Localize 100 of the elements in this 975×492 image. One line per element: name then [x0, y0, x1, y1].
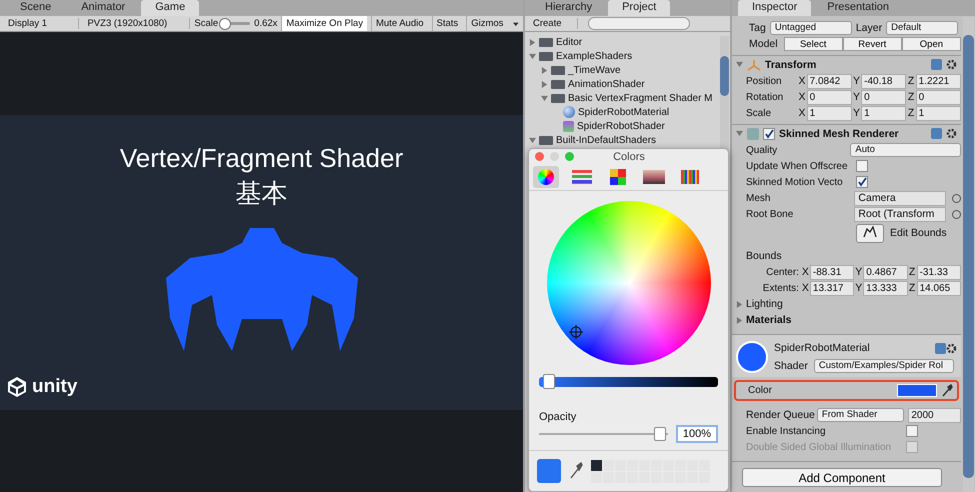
number-field[interactable]: 0	[806, 90, 852, 104]
brightness-slider[interactable]	[539, 377, 718, 387]
dropdown-arrow-icon[interactable]	[513, 20, 519, 28]
tree-item[interactable]: SpiderRobotMaterial	[578, 106, 670, 118]
number-field[interactable]: 1	[916, 106, 961, 120]
expand-arrow-icon[interactable]	[541, 66, 548, 74]
checkbox[interactable]	[856, 176, 868, 188]
tree-item[interactable]: ExampleShaders	[556, 50, 632, 62]
foldout-label[interactable]: Lighting	[746, 298, 783, 310]
layer-dropdown[interactable]: Default	[886, 21, 958, 35]
checkbox[interactable]	[906, 425, 918, 437]
edit-bounds-button[interactable]	[856, 224, 884, 242]
resolution-dropdown[interactable]: PVZ3 (1920x1080)	[83, 18, 190, 29]
sphere-icon	[563, 106, 575, 118]
model-button[interactable]: Revert	[842, 37, 902, 51]
close-button[interactable]	[535, 152, 544, 161]
opacity-field[interactable]: 100%	[676, 425, 718, 443]
editor-tab[interactable]: Animator	[67, 0, 140, 16]
expand-arrow-icon[interactable]	[541, 94, 548, 102]
game-subtitle: 基本	[236, 176, 288, 210]
number-field[interactable]: 14.065	[916, 280, 961, 296]
object-field[interactable]: Root (Transform	[854, 206, 946, 222]
foldout-arrow-icon[interactable]	[736, 300, 743, 308]
expand-arrow-icon[interactable]	[529, 52, 536, 60]
number-field[interactable]: -31.33	[916, 264, 961, 280]
tree-item[interactable]: SpiderRobotShader	[577, 120, 665, 132]
number-field[interactable]: -40.18	[861, 74, 906, 88]
help-book-icon[interactable]	[931, 128, 942, 139]
foldout-arrow-icon[interactable]	[736, 61, 743, 68]
panel-tab[interactable]: Project	[608, 0, 670, 16]
scale-slider-thumb[interactable]	[218, 18, 231, 30]
number-field[interactable]: 0	[861, 90, 906, 104]
eyedropper-icon[interactable]	[569, 462, 583, 480]
tree-item[interactable]: AnimationShader	[568, 78, 645, 90]
current-color-swatch[interactable]	[537, 459, 561, 483]
toolbar-toggle[interactable]: Gizmos	[466, 16, 508, 31]
color-mode-tab[interactable]	[533, 166, 559, 188]
tag-dropdown[interactable]: Untagged	[770, 21, 852, 35]
shader-dropdown[interactable]: Custom/Examples/Spider Rol	[814, 359, 954, 373]
settings-icon[interactable]	[946, 59, 957, 70]
model-button[interactable]: Open	[902, 37, 961, 51]
expand-arrow-icon[interactable]	[541, 80, 548, 88]
panel-tab[interactable]: Hierarchy	[531, 0, 606, 16]
number-field[interactable]: 0.4867	[863, 264, 908, 280]
axis-label: Z	[908, 266, 916, 278]
tree-item[interactable]: Built-InDefaultShaders	[556, 134, 656, 146]
expand-arrow-icon[interactable]	[529, 136, 536, 144]
number-field[interactable]: 1	[806, 106, 852, 120]
slider-thumb[interactable]	[654, 427, 666, 441]
color-swatch[interactable]	[897, 384, 937, 397]
material-name: SpiderRobotMaterial	[774, 342, 870, 354]
number-field[interactable]: 13.317	[810, 280, 854, 296]
tree-item[interactable]: Basic VertexFragment Shader M	[568, 92, 713, 104]
slider-thumb[interactable]	[542, 374, 555, 389]
number-field[interactable]: 7.0842	[806, 74, 852, 88]
eyedropper-icon[interactable]	[941, 384, 953, 398]
swatch-grid[interactable]	[591, 460, 711, 482]
scrollbar-thumb[interactable]	[720, 56, 729, 96]
tree-item[interactable]: Editor	[556, 36, 582, 48]
axis-label: X	[798, 75, 807, 87]
scrollbar-thumb[interactable]	[963, 35, 974, 478]
property-label: Render Queue	[746, 409, 815, 421]
settings-icon[interactable]	[946, 342, 957, 354]
number-field[interactable]: 1.2221	[916, 74, 961, 88]
folder-icon	[539, 52, 553, 60]
settings-icon[interactable]	[946, 128, 957, 139]
number-field[interactable]: 0	[916, 90, 961, 104]
display-dropdown[interactable]: Display 1	[4, 18, 80, 29]
property-label: Color	[748, 385, 773, 396]
search-field[interactable]	[588, 17, 690, 30]
number-field[interactable]: 1	[861, 106, 906, 120]
foldout-label[interactable]: Materials	[746, 314, 792, 326]
object-field[interactable]: Camera	[854, 190, 946, 206]
edit-bounds-label: Edit Bounds	[890, 227, 947, 239]
help-book-icon[interactable]	[931, 59, 942, 70]
toolbar-toggle[interactable]: Mute Audio	[370, 16, 428, 31]
panel-tab[interactable]: Presentation	[813, 0, 904, 16]
add-component-button[interactable]: Add Component	[742, 468, 942, 487]
create-dropdown[interactable]: Create	[529, 18, 578, 29]
editor-tab[interactable]: Scene	[6, 0, 66, 16]
number-field[interactable]: 13.333	[863, 280, 908, 296]
zoom-button[interactable]	[565, 152, 574, 161]
toolbar-toggle[interactable]: Stats	[432, 16, 462, 31]
expand-arrow-icon[interactable]	[529, 38, 536, 46]
property-label: Scale	[746, 108, 772, 118]
number-field[interactable]: 2000	[908, 408, 961, 422]
foldout-arrow-icon[interactable]	[736, 316, 743, 324]
scale-label: Scale	[194, 18, 218, 29]
model-button[interactable]: Select	[784, 37, 843, 51]
editor-tab[interactable]: Game	[141, 0, 200, 16]
checkbox[interactable]	[856, 160, 868, 172]
number-field[interactable]: -88.31	[810, 264, 854, 280]
property-label: Position	[746, 76, 783, 86]
panel-tab[interactable]: Inspector	[738, 0, 812, 16]
tree-item[interactable]: _TimeWave	[568, 64, 621, 76]
enable-checkbox[interactable]	[763, 128, 775, 140]
quality-dropdown[interactable]: Auto	[850, 143, 961, 157]
render-queue-dropdown[interactable]: From Shader	[816, 408, 904, 422]
toolbar-toggle[interactable]: Maximize On Play	[281, 16, 367, 31]
foldout-arrow-icon[interactable]	[736, 130, 743, 137]
